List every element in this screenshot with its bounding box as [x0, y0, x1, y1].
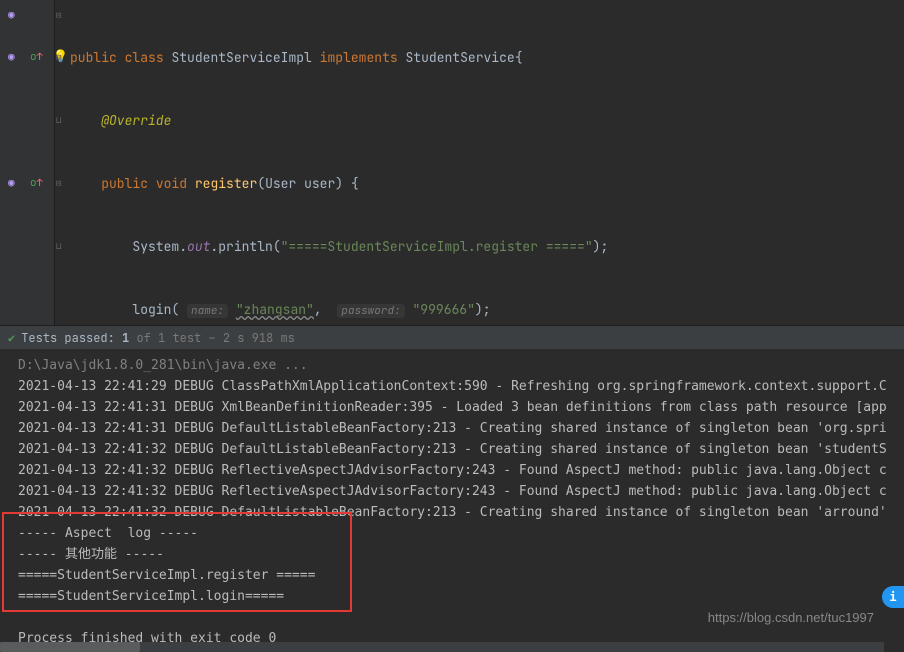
param-hint: name: [187, 304, 228, 318]
comma: , [314, 301, 330, 318]
string: "=====StudentServiceImpl.register =====" [281, 238, 593, 255]
code-editor[interactable]: ◉ o↑ ◉ ◉ o↑ ⊟ 💡 ⊟ ⊔ ⊟ ⊔ public class Stu… [0, 0, 904, 325]
override-up-icon[interactable]: o↑ [30, 176, 43, 190]
log-line: 2021-04-13 22:41:31 DEBUG DefaultListabl… [18, 418, 894, 439]
type: User [265, 175, 296, 192]
check-icon: ✔ [8, 330, 15, 346]
log-output: ----- Aspect log ----- [18, 523, 894, 544]
keyword: class [125, 49, 164, 66]
breakpoint-icon[interactable]: ◉ [8, 176, 15, 190]
class-name: StudentServiceImpl [171, 49, 311, 66]
annotation: @Override [101, 112, 171, 129]
implements-icon[interactable]: ◉ [8, 8, 15, 22]
breakpoint-icon[interactable]: ◉ [8, 50, 15, 64]
fold-toggle[interactable]: ⊟ [56, 51, 64, 59]
tests-total: of 1 test [136, 330, 201, 346]
brace: { [343, 175, 359, 192]
log-output: ----- 其他功能 ----- [18, 544, 894, 565]
log-line: 2021-04-13 22:41:32 DEBUG ReflectiveAspe… [18, 460, 894, 481]
info-label: i [889, 587, 896, 608]
tests-count: 1 [122, 330, 129, 346]
tests-passed-label: Tests passed: [21, 330, 115, 346]
info-icon[interactable]: i [882, 586, 904, 608]
console-command: D:\Java\jdk1.8.0_281\bin\java.exe ... [18, 355, 894, 376]
method-call: login( [132, 301, 179, 318]
log-line: 2021-04-13 22:41:32 DEBUG ReflectiveAspe… [18, 481, 894, 502]
field: out [187, 238, 210, 255]
console-output[interactable]: D:\Java\jdk1.8.0_281\bin\java.exe ... 20… [0, 349, 904, 652]
override-up-icon[interactable]: o↑ [30, 50, 43, 64]
horizontal-scrollbar[interactable] [0, 642, 884, 652]
fold-toggle[interactable]: ⊟ [56, 9, 64, 17]
method-name: register [195, 175, 257, 192]
log-line: 2021-04-13 22:41:32 DEBUG DefaultListabl… [18, 502, 894, 523]
editor-gutter[interactable]: ◉ o↑ ◉ ◉ o↑ [0, 0, 55, 325]
tests-duration: – 2 s 918 ms [208, 330, 294, 346]
text: ); [593, 238, 609, 255]
interface-name: StudentService [406, 49, 515, 66]
text: System. [132, 238, 187, 255]
fold-end[interactable]: ⊔ [56, 114, 64, 122]
code-content[interactable]: public class StudentServiceImpl implemen… [65, 0, 904, 325]
fold-toggle[interactable]: ⊟ [56, 177, 64, 185]
fold-column[interactable]: ⊟ 💡 ⊟ ⊔ ⊟ ⊔ [55, 0, 65, 325]
log-output: =====StudentServiceImpl.login===== [18, 586, 894, 607]
fold-end[interactable]: ⊔ [56, 240, 64, 248]
param: user [304, 175, 335, 192]
paren: ) [335, 175, 343, 192]
log-line: 2021-04-13 22:41:31 DEBUG XmlBeanDefinit… [18, 397, 894, 418]
param-hint: password: [337, 304, 404, 318]
log-line: 2021-04-13 22:41:32 DEBUG DefaultListabl… [18, 439, 894, 460]
string: "999666" [413, 301, 475, 318]
keyword: void [156, 175, 187, 192]
watermark-text: https://blog.csdn.net/tuc1997 [708, 607, 874, 628]
string: "zhangsan" [236, 301, 314, 318]
test-status-bar: ✔ Tests passed: 1 of 1 test – 2 s 918 ms [0, 325, 904, 349]
log-output: =====StudentServiceImpl.register ===== [18, 565, 894, 586]
keyword: public [70, 49, 117, 66]
keyword: implements [320, 49, 398, 66]
text: .println( [210, 238, 280, 255]
paren: ( [257, 175, 265, 192]
text: ); [475, 301, 491, 318]
log-line: 2021-04-13 22:41:29 DEBUG ClassPathXmlAp… [18, 376, 894, 397]
keyword: public [101, 175, 148, 192]
brace: { [515, 49, 523, 66]
scrollbar-thumb[interactable] [0, 642, 140, 652]
